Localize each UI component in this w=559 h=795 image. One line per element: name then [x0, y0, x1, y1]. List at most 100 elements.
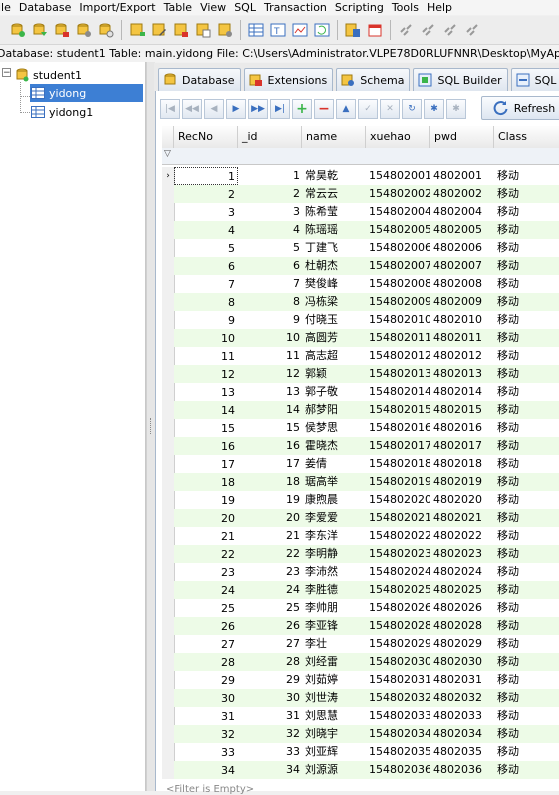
grid-cell[interactable]: 高志超 [302, 347, 366, 365]
grid-cell[interactable]: 9 [174, 311, 238, 329]
grid-cell[interactable]: 11 [238, 347, 302, 365]
table-row[interactable]: 2 2 常云云 154802002 4802002 移动 [162, 185, 559, 203]
tab-database[interactable]: Database [158, 68, 241, 91]
grid-cell[interactable]: 冯栋梁 [302, 293, 366, 311]
close-database-icon[interactable] [52, 19, 72, 41]
grid-cell[interactable]: 23 [174, 563, 238, 581]
filter-row[interactable]: ▽ [162, 148, 559, 165]
grid-cell[interactable]: 33 [174, 743, 238, 761]
grid-cell[interactable]: 20 [174, 509, 238, 527]
table-row[interactable]: 31 31 刘思慧 154802033 4802033 移动 [162, 707, 559, 725]
grid-cell[interactable]: 22 [238, 545, 302, 563]
grid-cell[interactable]: 154802021 [366, 509, 430, 527]
table-row[interactable]: 30 30 刘世涛 154802032 4802032 移动 [162, 689, 559, 707]
table-row[interactable]: › 1 1 常昊乾 154802001 4802001 移动 [162, 167, 559, 185]
table-row[interactable]: 12 12 郭颖 154802013 4802013 移动 [162, 365, 559, 383]
grid-cell[interactable]: 10 [238, 329, 302, 347]
grid-cell[interactable]: 移动 [494, 401, 559, 419]
grid-cell[interactable]: 154802032 [366, 689, 430, 707]
grid-cell[interactable]: 4802016 [430, 419, 494, 437]
prior-record-icon[interactable]: ◀ [204, 99, 224, 119]
grid-cell[interactable]: 14 [174, 401, 238, 419]
grid-cell[interactable]: 4802020 [430, 491, 494, 509]
table-row[interactable]: 6 6 杜朝杰 154802007 4802007 移动 [162, 257, 559, 275]
grid-cell[interactable]: 移动 [494, 725, 559, 743]
grid-cell[interactable]: 30 [238, 689, 302, 707]
cancel-updates-icon[interactable]: ✱ [446, 99, 466, 119]
grid-cell[interactable]: 1 [174, 167, 238, 185]
grid-cell[interactable]: 154802026 [366, 599, 430, 617]
grid-cell[interactable]: 丁建飞 [302, 239, 366, 257]
grid-cell[interactable]: 22 [174, 545, 238, 563]
grid-cell[interactable]: 24 [174, 581, 238, 599]
open-database-icon[interactable] [30, 19, 50, 41]
grid-cell[interactable]: 4802017 [430, 437, 494, 455]
grid-cell[interactable]: 154802028 [366, 617, 430, 635]
grid-cell[interactable]: 154802005 [366, 221, 430, 239]
grid-cell[interactable]: 154802035 [366, 743, 430, 761]
grid-cell[interactable]: 154802006 [366, 239, 430, 257]
grid-cell[interactable]: 154802009 [366, 293, 430, 311]
grid-cell[interactable]: 154802001 [366, 167, 430, 185]
grid-cell[interactable]: 19 [174, 491, 238, 509]
table-row[interactable]: 5 5 丁建飞 154802006 4802006 移动 [162, 239, 559, 257]
table-row[interactable]: 14 14 郝梦阳 154802015 4802015 移动 [162, 401, 559, 419]
grid-cell[interactable]: 154802033 [366, 707, 430, 725]
grid-cell[interactable]: 侯梦思 [302, 419, 366, 437]
grid-cell[interactable]: 李帅朋 [302, 599, 366, 617]
query-icon[interactable] [343, 19, 363, 41]
menu-scripting[interactable]: Scripting [331, 0, 388, 15]
grid-cell[interactable]: 李东洋 [302, 527, 366, 545]
grid-cell[interactable]: 移动 [494, 563, 559, 581]
grid-cell[interactable]: 4802035 [430, 743, 494, 761]
grid-cell[interactable]: 高圆芳 [302, 329, 366, 347]
column-header[interactable]: _id [238, 126, 302, 148]
grid-cell[interactable]: 6 [238, 257, 302, 275]
grid-cell[interactable]: 154802014 [366, 383, 430, 401]
grid-cell[interactable]: 移动 [494, 275, 559, 293]
table-row[interactable]: 23 23 李沛然 154802024 4802024 移动 [162, 563, 559, 581]
grid-cell[interactable]: 移动 [494, 617, 559, 635]
grid-cell[interactable]: 移动 [494, 455, 559, 473]
calendar-icon[interactable] [365, 19, 385, 41]
grid-cell[interactable]: 21 [238, 527, 302, 545]
grid-cell[interactable]: 7 [238, 275, 302, 293]
table-row[interactable]: 32 32 刘晓宇 154802034 4802034 移动 [162, 725, 559, 743]
column-header[interactable]: Class [494, 126, 559, 148]
grid-cell[interactable]: 4802011 [430, 329, 494, 347]
grid-cell[interactable]: 14 [238, 401, 302, 419]
prior-page-icon[interactable]: ◀◀ [182, 99, 202, 119]
grid-cell[interactable]: 154802036 [366, 761, 430, 779]
table-row[interactable]: 20 20 李爱爱 154802021 4802021 移动 [162, 509, 559, 527]
grid-cell[interactable]: 31 [174, 707, 238, 725]
tab-sql[interactable]: SQL [510, 68, 559, 91]
table-row[interactable]: 26 26 李亚锋 154802028 4802028 移动 [162, 617, 559, 635]
grid-cell[interactable]: 陈瑶瑶 [302, 221, 366, 239]
grid-cell[interactable]: 154802015 [366, 401, 430, 419]
grid-cell[interactable]: 移动 [494, 599, 559, 617]
grid-cell[interactable]: 4802033 [430, 707, 494, 725]
grid-cell[interactable]: 移动 [494, 473, 559, 491]
grid-cell[interactable]: 移动 [494, 311, 559, 329]
grid-cell[interactable]: 4802028 [430, 617, 494, 635]
grid-cell[interactable]: 154802012 [366, 347, 430, 365]
column-header[interactable]: xuehao [366, 126, 430, 148]
grid-cell[interactable]: 移动 [494, 347, 559, 365]
grid-cell[interactable]: 31 [238, 707, 302, 725]
grid-cell[interactable]: 4802002 [430, 185, 494, 203]
menu-file[interactable]: ile [0, 0, 15, 15]
next-record-icon[interactable]: ▶ [226, 99, 246, 119]
table-row[interactable]: 28 28 刘经雷 154802030 4802030 移动 [162, 653, 559, 671]
grid-cell[interactable]: 27 [174, 635, 238, 653]
grid-cell[interactable]: 25 [238, 599, 302, 617]
grid-cell[interactable]: 4802014 [430, 383, 494, 401]
tab-schema[interactable]: Schema [336, 68, 411, 91]
grid-cell[interactable]: 4802015 [430, 401, 494, 419]
edit-record-icon[interactable]: ▲ [336, 99, 356, 119]
grid-cell[interactable]: 刘茹婷 [302, 671, 366, 689]
menu-import-export[interactable]: Import/Export [75, 0, 159, 15]
grid-cell[interactable]: 刘源源 [302, 761, 366, 779]
table-row[interactable]: 24 24 李胜德 154802025 4802025 移动 [162, 581, 559, 599]
grid-cell[interactable]: 4802022 [430, 527, 494, 545]
grid-cell[interactable]: 13 [174, 383, 238, 401]
